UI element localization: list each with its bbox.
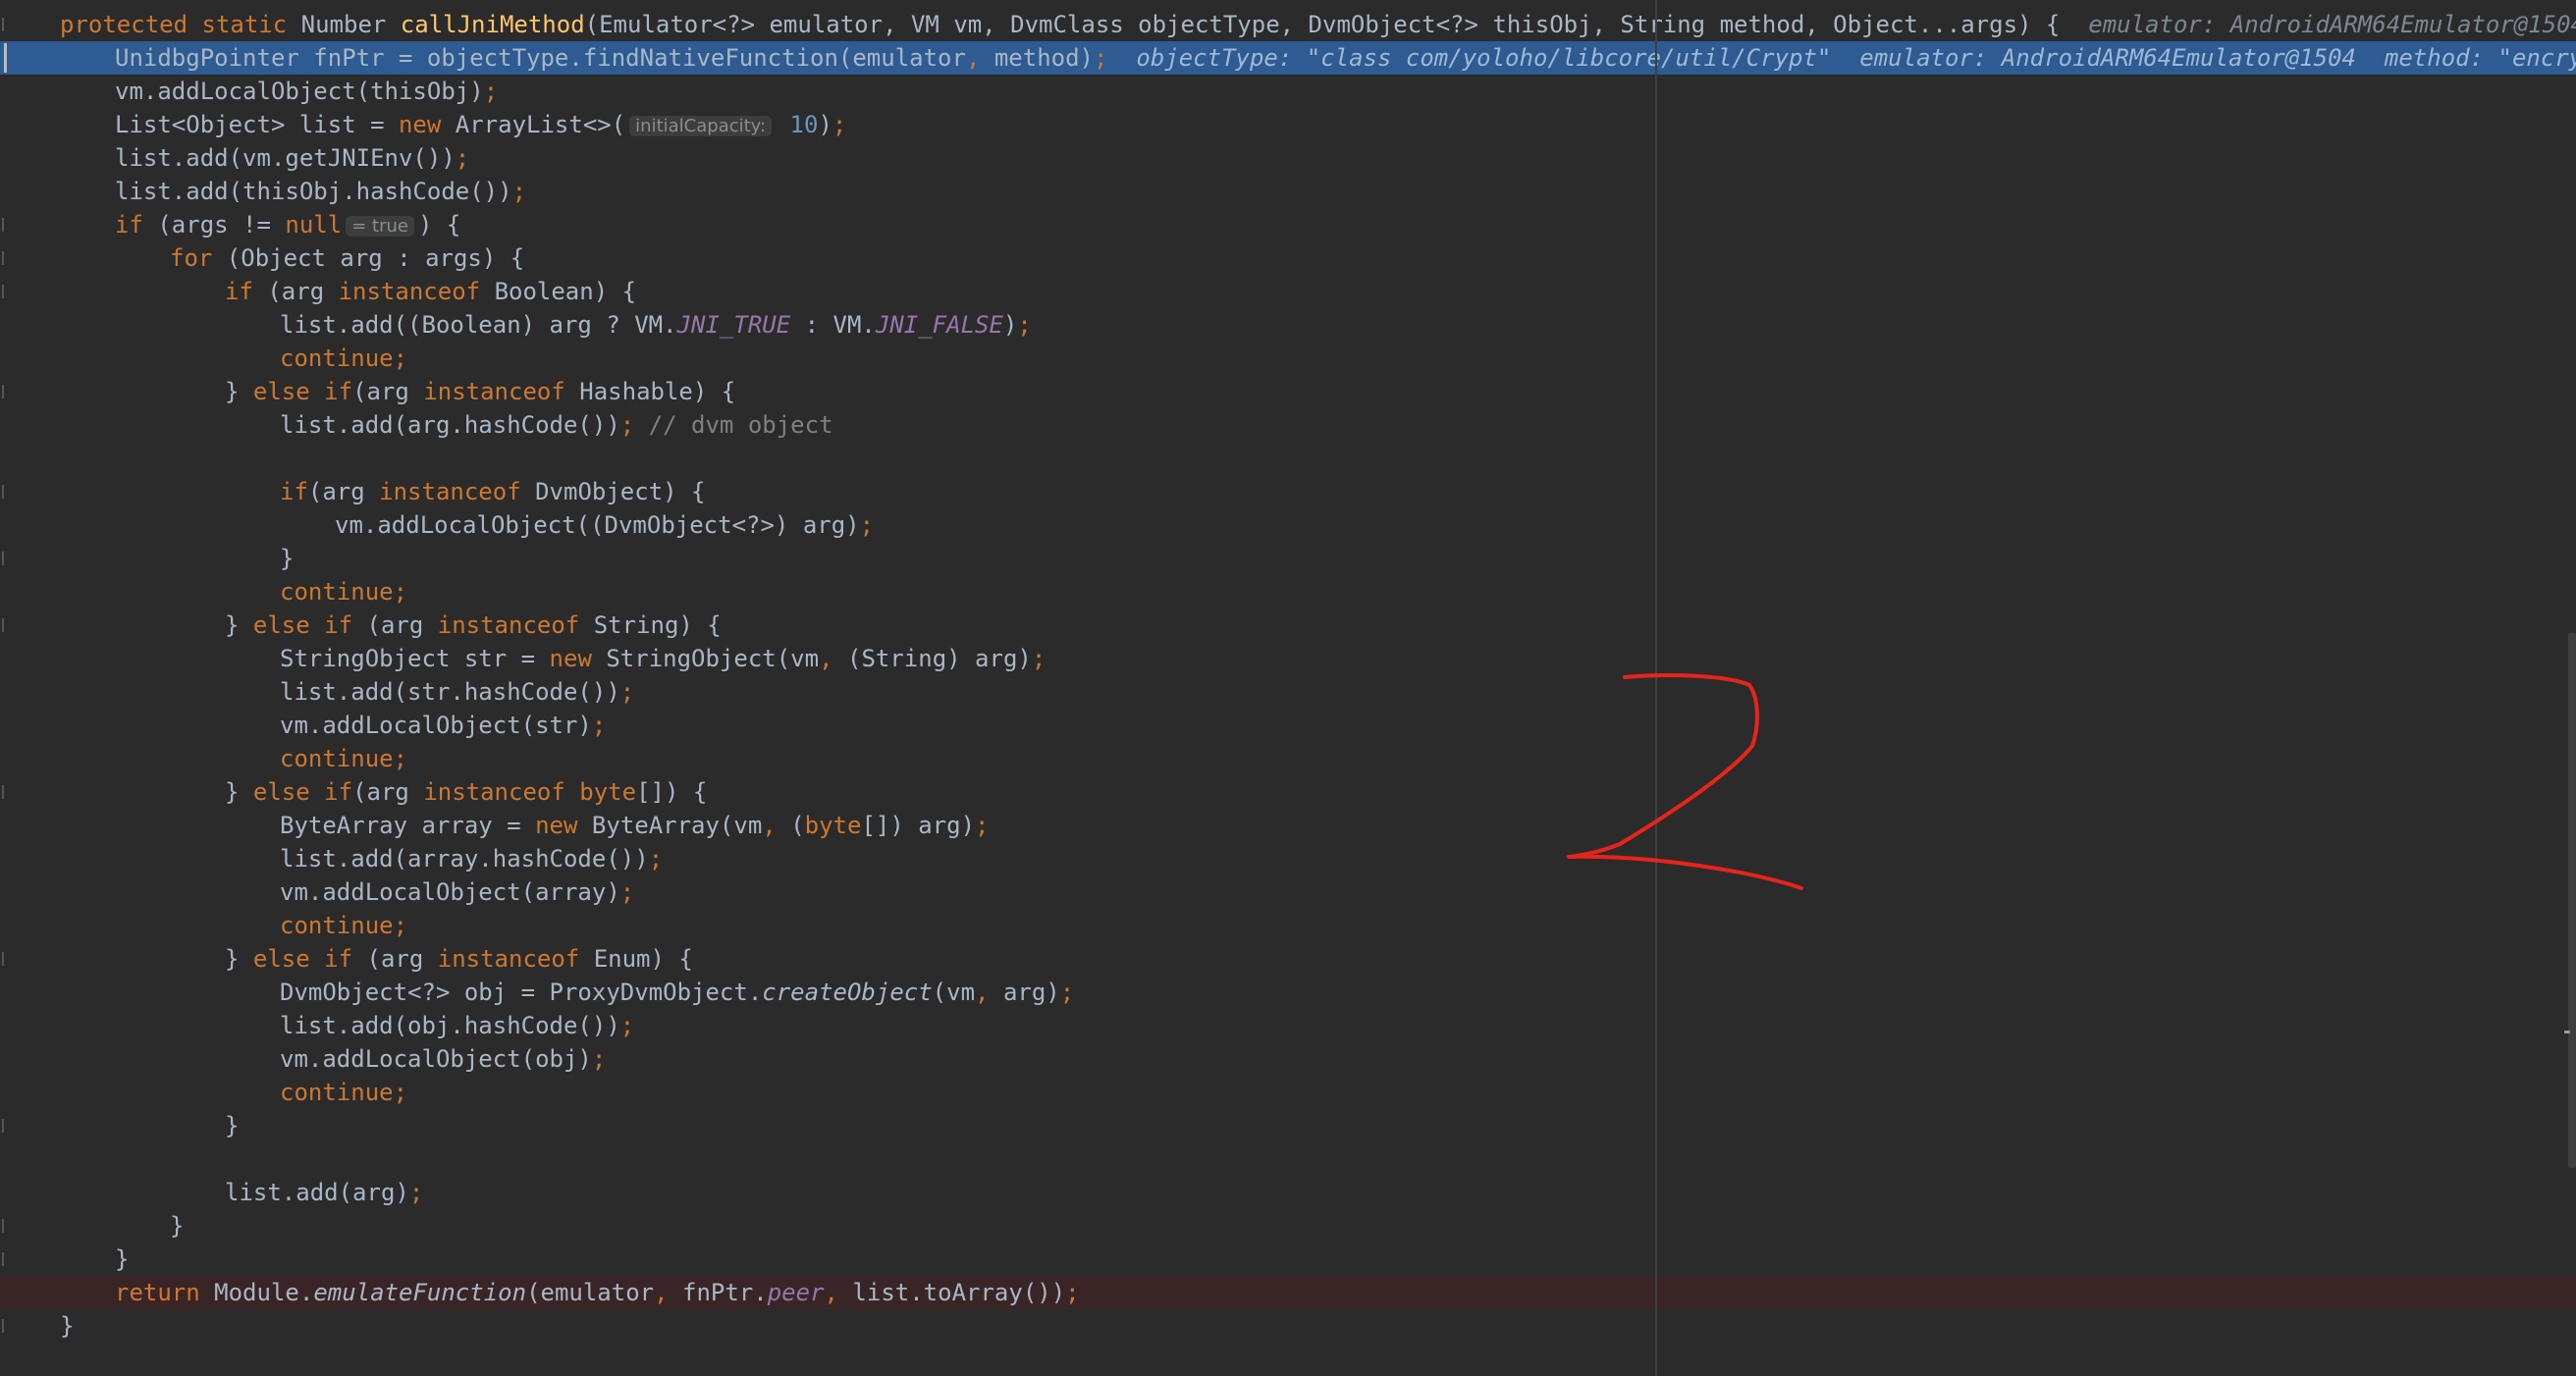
handwritten-2-annotation bbox=[1567, 673, 1803, 890]
red-pen-stroke bbox=[1567, 673, 1803, 890]
